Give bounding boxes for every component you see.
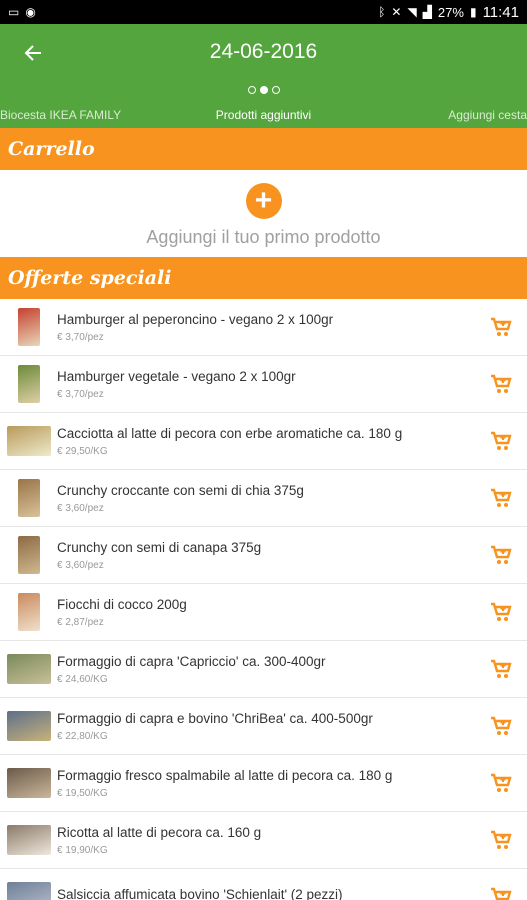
page-title: 24-06-2016 xyxy=(209,40,318,63)
product-thumbnail xyxy=(7,536,51,574)
product-name: Ricotta al latte di pecora ca. 160 g xyxy=(57,824,262,840)
offers-list: Hamburger al peperoncino - vegano 2 x 10… xyxy=(0,299,527,900)
product-info: Cacciotta al latte di pecora con erbe ar… xyxy=(57,426,481,457)
product-info: Salsiccia affumicata bovino 'Schienlait'… xyxy=(57,887,481,900)
product-price: € 19,90/KG xyxy=(57,844,108,856)
app-notification-icon: ◉ xyxy=(25,5,36,19)
product-name: Crunchy con semi di canapa 375g xyxy=(57,539,262,555)
product-name: Salsiccia affumicata bovino 'Schienlait'… xyxy=(57,887,343,900)
offer-row[interactable]: Cacciotta al latte di pecora con erbe ar… xyxy=(0,413,527,470)
product-thumbnail xyxy=(7,764,51,802)
add-to-cart-icon[interactable] xyxy=(481,649,521,689)
offer-row[interactable]: Formaggio di capra e bovino 'ChriBea' ca… xyxy=(0,698,527,755)
product-price: € 24,60/KG xyxy=(57,673,108,685)
offer-row[interactable]: Crunchy con semi di canapa 375g € 3,60/pe… xyxy=(0,527,527,584)
product-info: Fiocchi di cocco 200g € 2,87/pez xyxy=(57,597,481,628)
page-dot xyxy=(247,86,256,94)
product-thumbnail xyxy=(7,650,51,688)
status-left: ▭ ◉ xyxy=(8,6,36,18)
add-to-cart-icon[interactable] xyxy=(481,820,521,860)
offer-row[interactable]: Fiocchi di cocco 200g € 2,87/pez xyxy=(0,584,527,641)
product-name: Crunchy croccante con semi di chia 375g xyxy=(57,482,304,498)
product-info: Formaggio di capra e bovino 'ChriBea' ca… xyxy=(57,711,481,742)
cart-section-header: Carrello xyxy=(0,128,527,170)
notification-icon: ▭ xyxy=(8,5,20,19)
product-name: Hamburger al peperoncino - vegano 2 x 10… xyxy=(57,311,334,327)
product-info: Hamburger vegetale - vegano 2 x 100gr € 3… xyxy=(57,369,481,400)
offer-row[interactable]: Formaggio di capra 'Capriccio' ca. 300-4… xyxy=(0,641,527,698)
product-price: € 3,60/pez xyxy=(57,502,104,514)
add-to-cart-icon[interactable] xyxy=(481,763,521,803)
product-price: € 3,70/pez xyxy=(57,331,104,343)
offer-row[interactable]: Ricotta al latte di pecora ca. 160 g € 19… xyxy=(0,812,527,869)
wifi-icon: ◥ xyxy=(407,5,417,19)
mute-icon: ✕ xyxy=(391,5,402,19)
product-price: € 19,50/KG xyxy=(57,787,108,799)
add-to-cart-icon[interactable] xyxy=(481,478,521,518)
offer-row[interactable]: Crunchy croccante con semi di chia 375g €… xyxy=(0,470,527,527)
product-name: Formaggio di capra 'Capriccio' ca. 300-4… xyxy=(57,653,326,669)
offers-section-header: Offerte speciali xyxy=(0,257,527,299)
product-price: € 3,70/pez xyxy=(57,388,104,400)
status-bar: ▭ ◉ ᛒ ✕ ◥ ▟ 27% ▮ 11:41 xyxy=(0,0,527,24)
product-price: € 3,60/pez xyxy=(57,559,104,571)
product-price: € 22,80/KG xyxy=(57,730,108,742)
product-price: € 29,50/KG xyxy=(57,445,108,457)
product-info: Crunchy croccante con semi di chia 375g €… xyxy=(57,483,481,514)
add-to-cart-icon[interactable] xyxy=(481,364,521,404)
page-dot xyxy=(271,86,280,94)
product-info: Crunchy con semi di canapa 375g € 3,60/pe… xyxy=(57,540,481,571)
product-name: Cacciotta al latte di pecora con erbe ar… xyxy=(57,425,403,441)
add-to-cart-icon[interactable] xyxy=(481,535,521,575)
product-name: Fiocchi di cocco 200g xyxy=(57,596,187,612)
tab-strip: Biocesta IKEA FAMILY Prodotti aggiuntivi… xyxy=(0,108,527,126)
page-indicator xyxy=(0,86,527,94)
bluetooth-icon: ᛒ xyxy=(378,5,386,19)
product-thumbnail xyxy=(7,821,51,859)
offer-row[interactable]: Hamburger vegetale - vegano 2 x 100gr € 3… xyxy=(0,356,527,413)
add-product-button[interactable]: + xyxy=(245,183,282,219)
product-info: Formaggio di capra 'Capriccio' ca. 300-4… xyxy=(57,654,481,685)
page-dot-active xyxy=(259,86,268,94)
product-name: Hamburger vegetale - vegano 2 x 100gr xyxy=(57,368,296,384)
product-thumbnail xyxy=(7,479,51,517)
tab-aggiungi-cesta[interactable]: Aggiungi cesta xyxy=(448,108,527,122)
cart-empty-state: + Aggiungi il tuo primo prodotto xyxy=(0,170,527,257)
product-thumbnail xyxy=(7,707,51,745)
add-to-cart-icon[interactable] xyxy=(481,877,521,900)
product-thumbnail xyxy=(7,878,51,900)
add-product-label[interactable]: Aggiungi il tuo primo prodotto xyxy=(146,227,380,248)
app-bar: 24-06-2016 Biocesta IKEA FAMILY Prodotti… xyxy=(0,24,527,128)
offer-row[interactable]: Formaggio fresco spalmabile al latte di … xyxy=(0,755,527,812)
product-name: Formaggio di capra e bovino 'ChriBea' ca… xyxy=(57,710,373,726)
battery-icon: ▮ xyxy=(469,5,477,19)
product-thumbnail xyxy=(7,422,51,460)
offer-row[interactable]: Salsiccia affumicata bovino 'Schienlait'… xyxy=(0,869,527,900)
product-thumbnail xyxy=(7,308,51,346)
add-to-cart-icon[interactable] xyxy=(481,307,521,347)
product-thumbnail xyxy=(7,593,51,631)
tab-biocesta[interactable]: Biocesta IKEA FAMILY xyxy=(0,108,121,122)
tab-prodotti-aggiuntivi[interactable]: Prodotti aggiuntivi xyxy=(216,108,311,122)
status-right: ᛒ ✕ ◥ ▟ 27% ▮ 11:41 xyxy=(378,4,519,21)
product-info: Ricotta al latte di pecora ca. 160 g € 19… xyxy=(57,825,481,856)
product-price: € 2,87/pez xyxy=(57,616,104,628)
add-to-cart-icon[interactable] xyxy=(481,421,521,461)
signal-icon: ▟ xyxy=(422,5,432,19)
product-thumbnail xyxy=(7,365,51,403)
add-to-cart-icon[interactable] xyxy=(481,706,521,746)
offer-row[interactable]: Hamburger al peperoncino - vegano 2 x 10… xyxy=(0,299,527,356)
product-info: Formaggio fresco spalmabile al latte di … xyxy=(57,768,481,799)
product-info: Hamburger al peperoncino - vegano 2 x 10… xyxy=(57,312,481,343)
clock: 11:41 xyxy=(482,3,519,21)
add-to-cart-icon[interactable] xyxy=(481,592,521,632)
battery-percent: 27% xyxy=(437,4,464,20)
product-name: Formaggio fresco spalmabile al latte di … xyxy=(57,767,393,783)
